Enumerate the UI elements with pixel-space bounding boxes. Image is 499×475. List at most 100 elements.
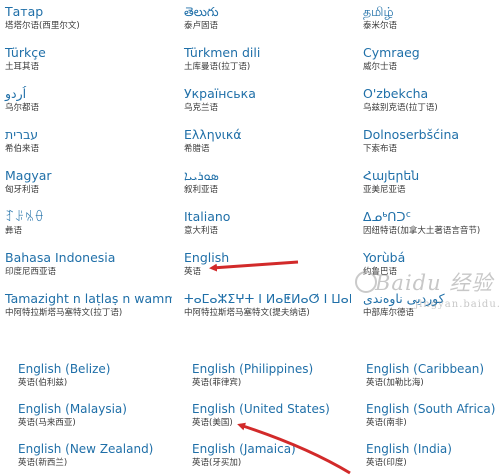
baidu-watermark: Baidu 经验 jingyan.baidu.com xyxy=(345,265,499,323)
language-tile[interactable]: Ελληνικά 希腊语 xyxy=(182,127,351,155)
language-tile[interactable]: Հայերեն 亚美尼亚语 xyxy=(361,168,499,196)
language-tile[interactable]: தமிழ் 泰米尔语 xyxy=(361,4,499,32)
language-chinese-name: 英语(美国) xyxy=(192,418,233,428)
language-native-name: اُردو xyxy=(5,86,27,101)
language-native-name: Yorùbá xyxy=(363,250,406,265)
language-chinese-name: 泰卢固语 xyxy=(184,21,219,31)
language-native-name: Українська xyxy=(184,86,256,101)
language-tile[interactable]: English (Belize) 英语(伯利兹) xyxy=(16,361,180,389)
language-chinese-name: 英语(伯利兹) xyxy=(18,378,68,388)
language-native-name: ܣܘܪܝܝܐ xyxy=(184,168,219,183)
language-native-name: తెలుగు xyxy=(184,4,219,19)
language-chinese-name: 匈牙利语 xyxy=(5,185,40,195)
language-native-name: Tamazight n laṭlaṣ n wamm... xyxy=(5,291,172,306)
language-native-name: O'zbekcha xyxy=(363,86,429,101)
language-native-name: Dolnoserbšćina xyxy=(363,127,460,142)
language-native-name: English (India) xyxy=(366,442,452,456)
language-tile[interactable]: Українська 乌克兰语 xyxy=(182,86,351,114)
language-tile[interactable]: English 英语 xyxy=(182,250,351,278)
language-native-name: Հայերեն xyxy=(363,168,420,183)
language-tile[interactable]: English (Jamaica) 英语(牙买加) xyxy=(190,441,354,469)
language-chinese-name: 彝语 xyxy=(5,226,23,236)
language-native-name: English (New Zealand) xyxy=(18,442,154,456)
language-tile[interactable]: اُردو 乌尔都语 xyxy=(3,86,172,114)
language-tile[interactable]: Татар 塔塔尔语(西里尔文) xyxy=(3,4,172,32)
language-picker-screen: Татар 塔塔尔语(西里尔文) తెలుగు 泰卢固语 தமிழ் 泰米尔语 Türkçe… xyxy=(0,0,499,475)
language-tile[interactable]: ⵜⴰⵎⴰⵣⵉⵖⵜ ⵏ ⵍⴰⵟⵍⴰⵚ ⵏ ⵡⴰⵎⵎⴰⵙ 中阿特拉斯塔马塞特文(提夫纳… xyxy=(182,291,351,319)
language-native-name: Bahasa Indonesia xyxy=(5,250,116,265)
language-tile[interactable]: Bahasa Indonesia 印度尼西亚语 xyxy=(3,250,172,278)
language-native-name: Türkmen dili xyxy=(184,45,261,60)
language-chinese-name: 土库曼语(拉丁语) xyxy=(184,62,251,72)
language-chinese-name: 塔塔尔语(西里尔文) xyxy=(5,21,80,31)
language-native-name: English (Caribbean) xyxy=(366,362,485,376)
language-chinese-name: 英语(南非) xyxy=(366,418,407,428)
english-variant-panel: English (Belize) 英语(伯利兹) English (Philippi… xyxy=(0,345,499,475)
language-native-name: ꆈꌠꁱꂷ xyxy=(5,209,45,224)
language-tile[interactable]: ꆈꌠꁱꂷ 彝语 xyxy=(3,209,172,237)
language-chinese-name: 威尔士语 xyxy=(363,62,398,72)
language-chinese-name: 英语(印度) xyxy=(366,458,407,468)
language-chinese-name: 希伯来语 xyxy=(5,144,40,154)
language-native-name: Cymraeg xyxy=(363,45,420,60)
language-tile[interactable]: English (Philippines) 英语(菲律宾) xyxy=(190,361,354,389)
language-tile[interactable]: English (New Zealand) 英语(新西兰) xyxy=(16,441,180,469)
language-tile[interactable]: English (Caribbean) 英语(加勒比海) xyxy=(364,361,499,389)
language-native-name: English (Jamaica) xyxy=(192,442,296,456)
language-tile[interactable]: Dolnoserbšćina 下索布语 xyxy=(361,127,499,155)
language-chinese-name: 英语(牙买加) xyxy=(192,458,242,468)
language-native-name: Татар xyxy=(5,4,44,19)
language-chinese-name: 土耳其语 xyxy=(5,62,40,72)
language-chinese-name: 乌兹别克语(拉丁语) xyxy=(363,103,438,113)
language-tile[interactable]: Tamazight n laṭlaṣ n wamm... 中阿特拉斯塔马塞特文(拉… xyxy=(3,291,172,319)
language-native-name: עברית xyxy=(5,127,39,142)
language-native-name: English (Malaysia) xyxy=(18,402,127,416)
language-native-name: Ελληνικά xyxy=(184,127,242,142)
language-chinese-name: 乌克兰语 xyxy=(184,103,219,113)
language-chinese-name: 因纽特语(加拿大土著语言音节) xyxy=(363,226,481,236)
language-chinese-name: 印度尼西亚语 xyxy=(5,267,57,277)
language-tile[interactable]: Cymraeg 威尔士语 xyxy=(361,45,499,73)
language-tile[interactable]: తెలుగు 泰卢固语 xyxy=(182,4,351,32)
language-native-name: தமிழ் xyxy=(363,4,394,19)
language-chinese-name: 英语(马来西亚) xyxy=(18,418,76,428)
language-native-name: ᐃᓄᒃᑎᑐᑦ xyxy=(363,209,411,224)
language-chinese-name: 叙利亚语 xyxy=(184,185,219,195)
watermark-subtext: jingyan.baidu.com xyxy=(415,299,499,310)
language-chinese-name: 希腊语 xyxy=(184,144,210,154)
language-chinese-name: 中阿特拉斯塔马塞特文(提夫纳语) xyxy=(184,308,310,318)
language-chinese-name: 英语(加勒比海) xyxy=(366,378,424,388)
language-chinese-name: 英语 xyxy=(184,267,202,277)
language-native-name: English xyxy=(184,250,230,265)
language-chinese-name: 亚美尼亚语 xyxy=(363,185,406,195)
language-tile[interactable]: Italiano 意大利语 xyxy=(182,209,351,237)
language-chinese-name: 中阿特拉斯塔马塞特文(拉丁语) xyxy=(5,308,123,318)
language-tile[interactable]: English (Malaysia) 英语(马来西亚) xyxy=(16,401,180,429)
language-tile[interactable]: Türkmen dili 土库曼语(拉丁语) xyxy=(182,45,351,73)
language-native-name: ⵜⴰⵎⴰⵣⵉⵖⵜ ⵏ ⵍⴰⵟⵍⴰⵚ ⵏ ⵡⴰⵎⵎⴰⵙ xyxy=(184,291,351,306)
paw-logo-icon xyxy=(355,271,377,293)
language-native-name: English (Philippines) xyxy=(192,362,314,376)
language-chinese-name: 英语(新西兰) xyxy=(18,458,68,468)
language-native-name: English (United States) xyxy=(192,402,330,416)
language-chinese-name: 乌尔都语 xyxy=(5,103,40,113)
language-tile[interactable]: ᐃᓄᒃᑎᑐᑦ 因纽特语(加拿大土著语言音节) xyxy=(361,209,499,237)
language-native-name: Italiano xyxy=(184,209,231,224)
english-variant-grid: English (Belize) 英语(伯利兹) English (Philippi… xyxy=(0,345,499,475)
language-chinese-name: 下索布语 xyxy=(363,144,398,154)
language-native-name: English (South Africa) xyxy=(366,402,496,416)
language-tile[interactable]: Türkçe 土耳其语 xyxy=(3,45,172,73)
language-native-name: Magyar xyxy=(5,168,52,183)
language-native-name: English (Belize) xyxy=(18,362,111,376)
language-tile[interactable]: Magyar 匈牙利语 xyxy=(3,168,172,196)
language-tile[interactable]: ܣܘܪܝܝܐ 叙利亚语 xyxy=(182,168,351,196)
language-tile[interactable]: English (South Africa) 英语(南非) xyxy=(364,401,499,429)
language-native-name: Türkçe xyxy=(5,45,46,60)
language-chinese-name: 意大利语 xyxy=(184,226,219,236)
language-chinese-name: 英语(菲律宾) xyxy=(192,378,242,388)
language-tile[interactable]: English (United States) 英语(美国) xyxy=(190,401,354,429)
language-tile[interactable]: English (India) 英语(印度) xyxy=(364,441,499,469)
language-chinese-name: 泰米尔语 xyxy=(363,21,398,31)
language-tile[interactable]: O'zbekcha 乌兹别克语(拉丁语) xyxy=(361,86,499,114)
language-tile[interactable]: עברית 希伯来语 xyxy=(3,127,172,155)
